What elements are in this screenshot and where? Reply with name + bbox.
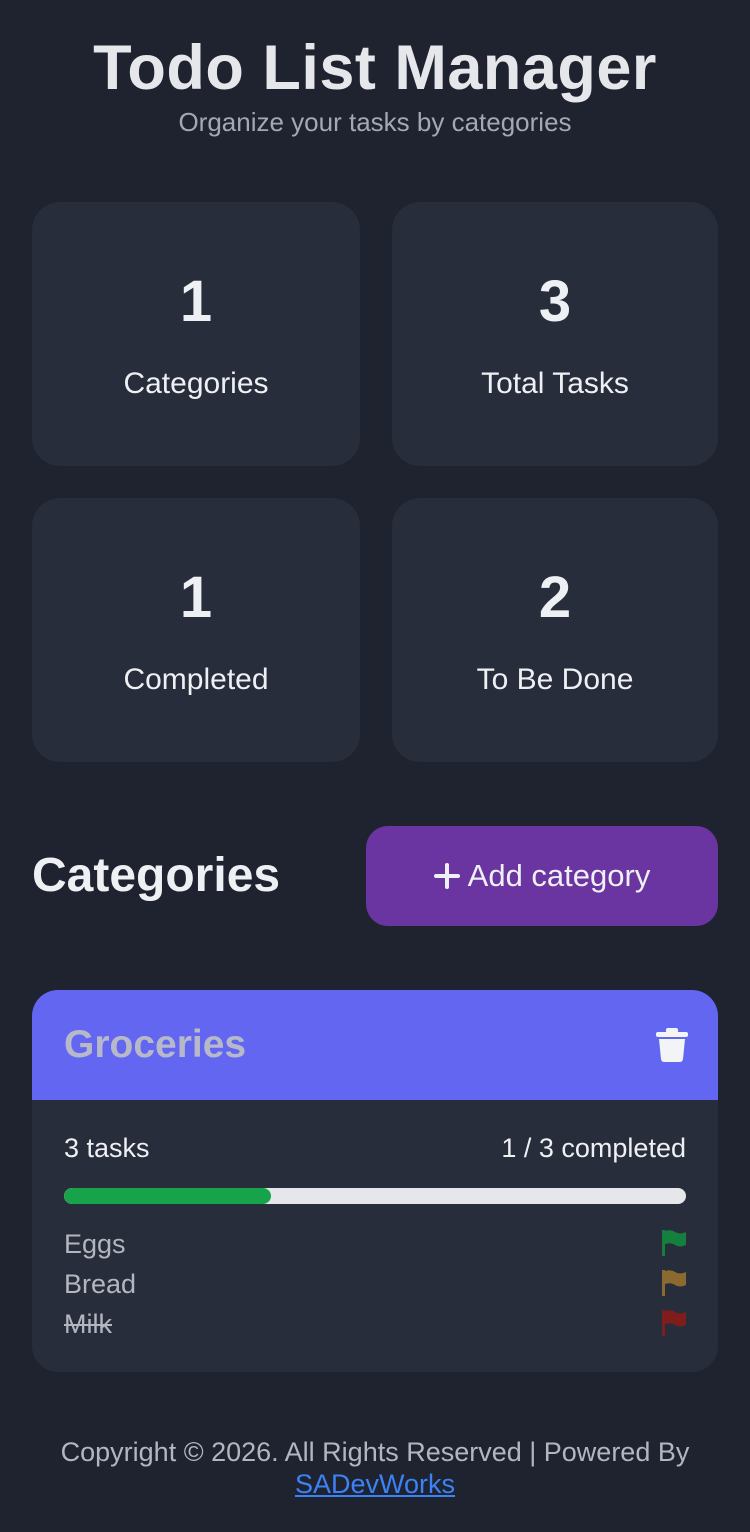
progress-fill xyxy=(64,1188,272,1204)
app-title: Todo List Manager xyxy=(93,33,657,103)
stat-label: Categories xyxy=(123,367,269,400)
add-category-button[interactable]: Add category xyxy=(366,826,718,926)
stat-label: Total Tasks xyxy=(481,367,629,400)
task-name[interactable]: Bread xyxy=(64,1266,136,1302)
footer-link[interactable]: SADevWorks xyxy=(295,1469,455,1499)
task-item: Bread xyxy=(64,1266,686,1302)
category-completed-count: 1 / 3 completed xyxy=(501,1133,686,1163)
category-card: Groceries 3 tasks 1 / 3 completed Eggs B… xyxy=(32,990,718,1372)
footer: Copyright © 2026. All Rights Reserved | … xyxy=(0,1436,750,1500)
stat-card-categories: 1 Categories xyxy=(32,202,360,466)
stat-label: To Be Done xyxy=(476,663,634,696)
stat-value: 3 xyxy=(538,269,572,334)
flag-icon[interactable] xyxy=(662,1310,686,1336)
trash-icon[interactable] xyxy=(656,1028,688,1062)
categories-section-title: Categories xyxy=(32,849,281,902)
app-subtitle: Organize your tasks by categories xyxy=(178,107,572,137)
stat-value: 1 xyxy=(179,565,213,630)
category-task-count: 3 tasks xyxy=(64,1133,150,1163)
category-name: Groceries xyxy=(64,1023,247,1066)
footer-copyright: Copyright © 2026. All Rights Reserved | … xyxy=(60,1437,690,1467)
flag-icon[interactable] xyxy=(662,1270,686,1296)
plus-icon xyxy=(433,863,460,889)
task-name[interactable]: Eggs xyxy=(64,1226,126,1262)
task-item: Milk xyxy=(64,1306,686,1342)
stat-value: 2 xyxy=(538,565,572,630)
flag-icon[interactable] xyxy=(662,1230,686,1256)
category-progress-bar xyxy=(64,1188,686,1204)
stat-card-to-be-done: 2 To Be Done xyxy=(392,498,718,762)
task-item: Eggs xyxy=(64,1226,686,1262)
stat-value: 1 xyxy=(179,269,213,334)
task-name[interactable]: Milk xyxy=(64,1306,112,1342)
category-header: Groceries xyxy=(32,990,718,1100)
stat-card-total-tasks: 3 Total Tasks xyxy=(392,202,718,466)
stat-card-completed: 1 Completed xyxy=(32,498,360,762)
stat-label: Completed xyxy=(123,663,269,696)
add-category-label: Add category xyxy=(467,858,651,893)
